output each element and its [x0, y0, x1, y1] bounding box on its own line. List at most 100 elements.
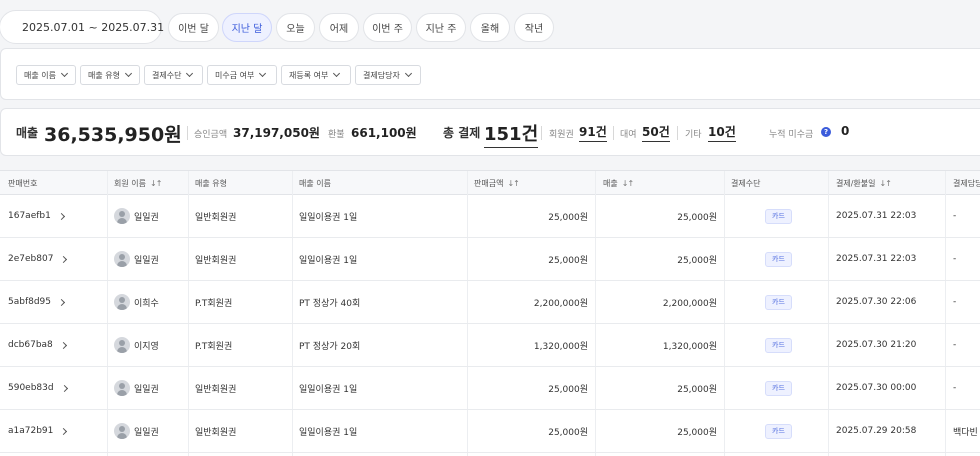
table-row[interactable]: 167aefb1 일일권 일반회원권 일일이용권 1일 25,000원 25,0…	[0, 195, 980, 238]
total-value[interactable]: 151건	[484, 120, 539, 148]
filter-reregister[interactable]: 재등록 여부	[281, 65, 351, 85]
staff: -	[953, 211, 957, 221]
other-value[interactable]: 10건	[708, 123, 736, 142]
member-cell[interactable]: 일일권	[114, 195, 159, 237]
sales: 1,320,000원	[662, 341, 717, 352]
member-cell[interactable]: 일일권	[114, 238, 159, 280]
price: 1,320,000원	[533, 341, 588, 352]
sales-label: 매출	[16, 126, 39, 140]
sale-id[interactable]: a1a72b91	[8, 410, 68, 452]
member-cell[interactable]: 일일권	[114, 410, 159, 452]
divider	[677, 126, 678, 140]
member-label: 회원권	[549, 130, 574, 140]
approved-label: 승인금액	[194, 130, 228, 140]
refund-value: 661,100원	[351, 126, 417, 140]
sales-name: 일일이용권 1일	[299, 427, 358, 438]
sale-id[interactable]: 5abf8d95	[8, 281, 66, 323]
date-range-picker[interactable]: 2025.07.01 ~ 2025.07.31	[0, 10, 164, 44]
payment-method-cell: 카드	[765, 281, 792, 323]
filter-sales-name[interactable]: 매출 이름	[16, 65, 76, 85]
range-this-month[interactable]: 이번 달	[168, 13, 219, 42]
unpaid-value: 0	[841, 124, 850, 138]
range-today[interactable]: 오늘	[276, 13, 315, 42]
chevron-down-icon	[404, 69, 412, 78]
sort-icon[interactable]: ↓↑	[150, 179, 162, 188]
filter-staff[interactable]: 결제담당자	[355, 65, 421, 85]
help-icon[interactable]: ?	[821, 127, 831, 137]
staff: 백다빈	[953, 427, 978, 438]
sale-id[interactable]: 167aefb1	[8, 195, 65, 237]
staff: -	[953, 297, 957, 307]
chevron-right-icon	[60, 427, 68, 435]
price: 25,000원	[548, 212, 588, 223]
col-pay-date[interactable]: 결제/환불일 ↓↑	[836, 171, 892, 195]
payment-method-cell: 카드	[765, 324, 792, 366]
pay-date: 2025.07.30 00:00	[836, 383, 917, 393]
filter-sales-type[interactable]: 매출 유형	[80, 65, 140, 85]
range-last-year[interactable]: 작년	[514, 13, 554, 42]
col-payment-method: 결제수단	[731, 178, 761, 188]
sales-name: 일일이용권 1일	[299, 384, 358, 395]
payment-method-cell: 카드	[765, 367, 792, 409]
table-row[interactable]: 5abf8d95 이희수 P.T회원권 PT 정상가 40회 2,200,000…	[0, 281, 980, 324]
sale-id[interactable]: dcb67ba8	[8, 324, 67, 366]
avatar	[114, 294, 130, 310]
sort-icon[interactable]: ↓↑	[622, 179, 634, 188]
range-last-week[interactable]: 지난 주	[416, 13, 466, 42]
member-cell[interactable]: 이지영	[114, 324, 159, 366]
range-yesterday[interactable]: 어제	[319, 13, 359, 42]
pay-date: 2025.07.31 22:03	[836, 254, 917, 264]
filter-unpaid[interactable]: 미수금 여부	[207, 65, 277, 85]
staff: -	[953, 340, 957, 350]
avatar	[114, 423, 130, 439]
chevron-down-icon	[333, 69, 341, 78]
table-row[interactable]: 590eb83d 일일권 일반회원권 일일이용권 1일 25,000원 25,0…	[0, 367, 980, 410]
sales: 25,000원	[677, 384, 717, 395]
rental-label: 대여	[620, 130, 637, 140]
filter-panel: 매출 이름 매출 유형 결제수단 미수금 여부 재등록 여부 결제담당자	[0, 48, 980, 100]
col-member-name[interactable]: 회원 이름 ↓↑	[114, 171, 162, 195]
col-sales[interactable]: 매출 ↓↑	[603, 171, 634, 195]
payment-badge: 카드	[765, 251, 792, 267]
divider	[187, 126, 188, 140]
table-row[interactable]: dcb67ba8 이지영 P.T회원권 PT 정상가 20회 1,320,000…	[0, 324, 980, 367]
col-price[interactable]: 판매금액 ↓↑	[474, 171, 520, 195]
filter-payment-method[interactable]: 결제수단	[144, 65, 203, 85]
price: 25,000원	[548, 427, 588, 438]
total-label: 총 결제	[443, 126, 481, 140]
rental-value[interactable]: 50건	[642, 123, 670, 142]
member-cell[interactable]: 일일권	[114, 367, 159, 409]
price: 25,000원	[548, 255, 588, 266]
sales: 25,000원	[677, 212, 717, 223]
avatar	[114, 337, 130, 353]
member-value[interactable]: 91건	[579, 123, 607, 142]
sales-summary: 매출 36,535,950원 승인금액 37,197,050원 환불 661,1…	[0, 108, 980, 156]
chevron-right-icon	[60, 255, 68, 263]
sales-name: 일일이용권 1일	[299, 255, 358, 266]
payment-badge: 카드	[765, 294, 792, 310]
sales: 25,000원	[677, 255, 717, 266]
sale-id[interactable]: 590eb83d	[8, 367, 68, 409]
range-this-year[interactable]: 올해	[470, 13, 510, 42]
sort-icon[interactable]: ↓↑	[507, 179, 519, 188]
chevron-down-icon	[186, 69, 194, 78]
col-sales-type: 매출 유형	[195, 178, 227, 188]
range-last-month[interactable]: 지난 달	[222, 13, 272, 42]
range-this-week[interactable]: 이번 주	[363, 13, 412, 42]
payment-method-cell: 카드	[765, 410, 792, 452]
sales-type: 일반회원권	[195, 212, 237, 223]
unpaid-label: 누적 미수금	[769, 130, 814, 140]
sale-id[interactable]: 2e7eb807	[8, 238, 68, 280]
payment-method-cell: 카드	[765, 195, 792, 237]
staff: -	[953, 383, 957, 393]
other-label: 기타	[685, 130, 702, 140]
table-row[interactable]: 2e7eb807 일일권 일반회원권 일일이용권 1일 25,000원 25,0…	[0, 238, 980, 281]
member-cell[interactable]: 이희수	[114, 281, 159, 323]
table-row[interactable]: a1a72b91 일일권 일반회원권 일일이용권 1일 25,000원 25,0…	[0, 410, 980, 453]
pay-date: 2025.07.30 21:20	[836, 340, 917, 350]
sales-type: 일반회원권	[195, 255, 237, 266]
sort-icon[interactable]: ↓↑	[880, 179, 892, 188]
chevron-right-icon	[59, 341, 67, 349]
chevron-down-icon	[124, 69, 133, 78]
payment-method-cell: 카드	[765, 238, 792, 280]
